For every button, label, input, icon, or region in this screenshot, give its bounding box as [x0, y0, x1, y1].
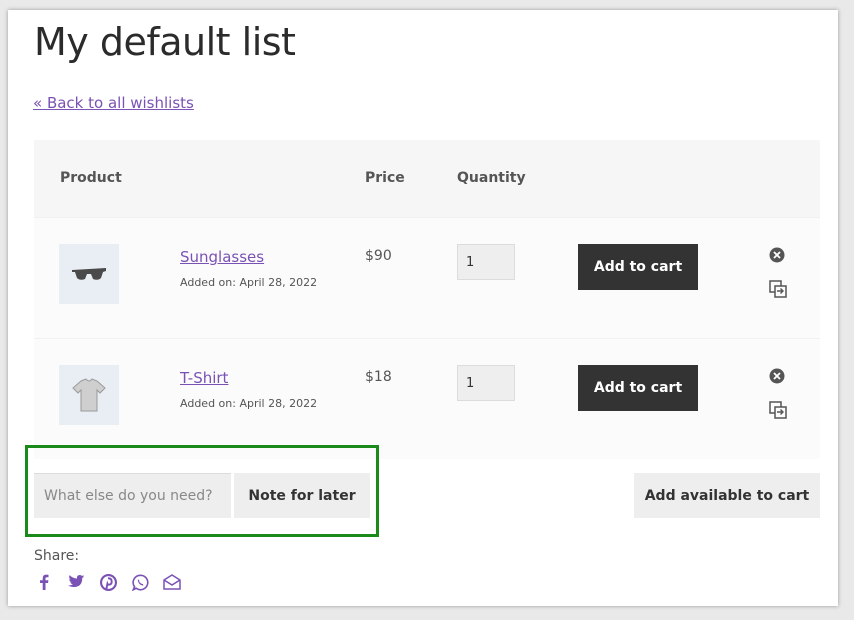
added-date: Added on: April 28, 2022	[180, 397, 318, 410]
move-item-icon[interactable]	[769, 280, 787, 298]
product-thumbnail[interactable]	[59, 244, 119, 304]
add-to-cart-button[interactable]: Add to cart	[578, 365, 698, 411]
product-thumbnail[interactable]	[59, 365, 119, 425]
tshirt-icon	[72, 378, 106, 412]
note-for-later-button[interactable]: Note for later	[234, 473, 370, 518]
table-header: Product Price Quantity	[34, 140, 820, 217]
whatsapp-icon[interactable]	[130, 572, 150, 592]
note-input[interactable]	[34, 473, 231, 518]
table-row: Sunglasses Added on: April 28, 2022 $90 …	[34, 217, 820, 338]
page-title: My default list	[34, 20, 296, 64]
table-row: T-Shirt Added on: April 28, 2022 $18 Add…	[34, 338, 820, 459]
move-item-icon[interactable]	[769, 401, 787, 419]
share-label: Share:	[34, 548, 80, 564]
back-to-wishlists-link[interactable]: « Back to all wishlists	[33, 94, 194, 112]
sunglasses-icon	[72, 268, 106, 280]
remove-item-icon[interactable]	[769, 368, 785, 384]
quantity-input[interactable]	[457, 244, 515, 280]
product-name-link[interactable]: Sunglasses	[180, 248, 264, 266]
page-frame: My default list « Back to all wishlists …	[8, 10, 838, 606]
product-name-link[interactable]: T-Shirt	[180, 369, 228, 387]
wishlist-table: Product Price Quantity Sunglasses Added …	[34, 140, 820, 459]
facebook-icon[interactable]	[34, 572, 54, 592]
email-icon[interactable]	[162, 572, 182, 592]
added-date: Added on: April 28, 2022	[180, 276, 318, 289]
remove-item-icon[interactable]	[769, 247, 785, 263]
header-quantity: Quantity	[457, 170, 526, 186]
product-price: $18	[365, 369, 392, 385]
header-product: Product	[60, 170, 122, 186]
twitter-icon[interactable]	[66, 572, 86, 592]
add-to-cart-button[interactable]: Add to cart	[578, 244, 698, 290]
share-icons	[34, 572, 182, 592]
product-price: $90	[365, 248, 392, 264]
header-price: Price	[365, 170, 405, 186]
pinterest-icon[interactable]	[98, 572, 118, 592]
quantity-input[interactable]	[457, 365, 515, 401]
add-available-to-cart-button[interactable]: Add available to cart	[634, 473, 820, 518]
